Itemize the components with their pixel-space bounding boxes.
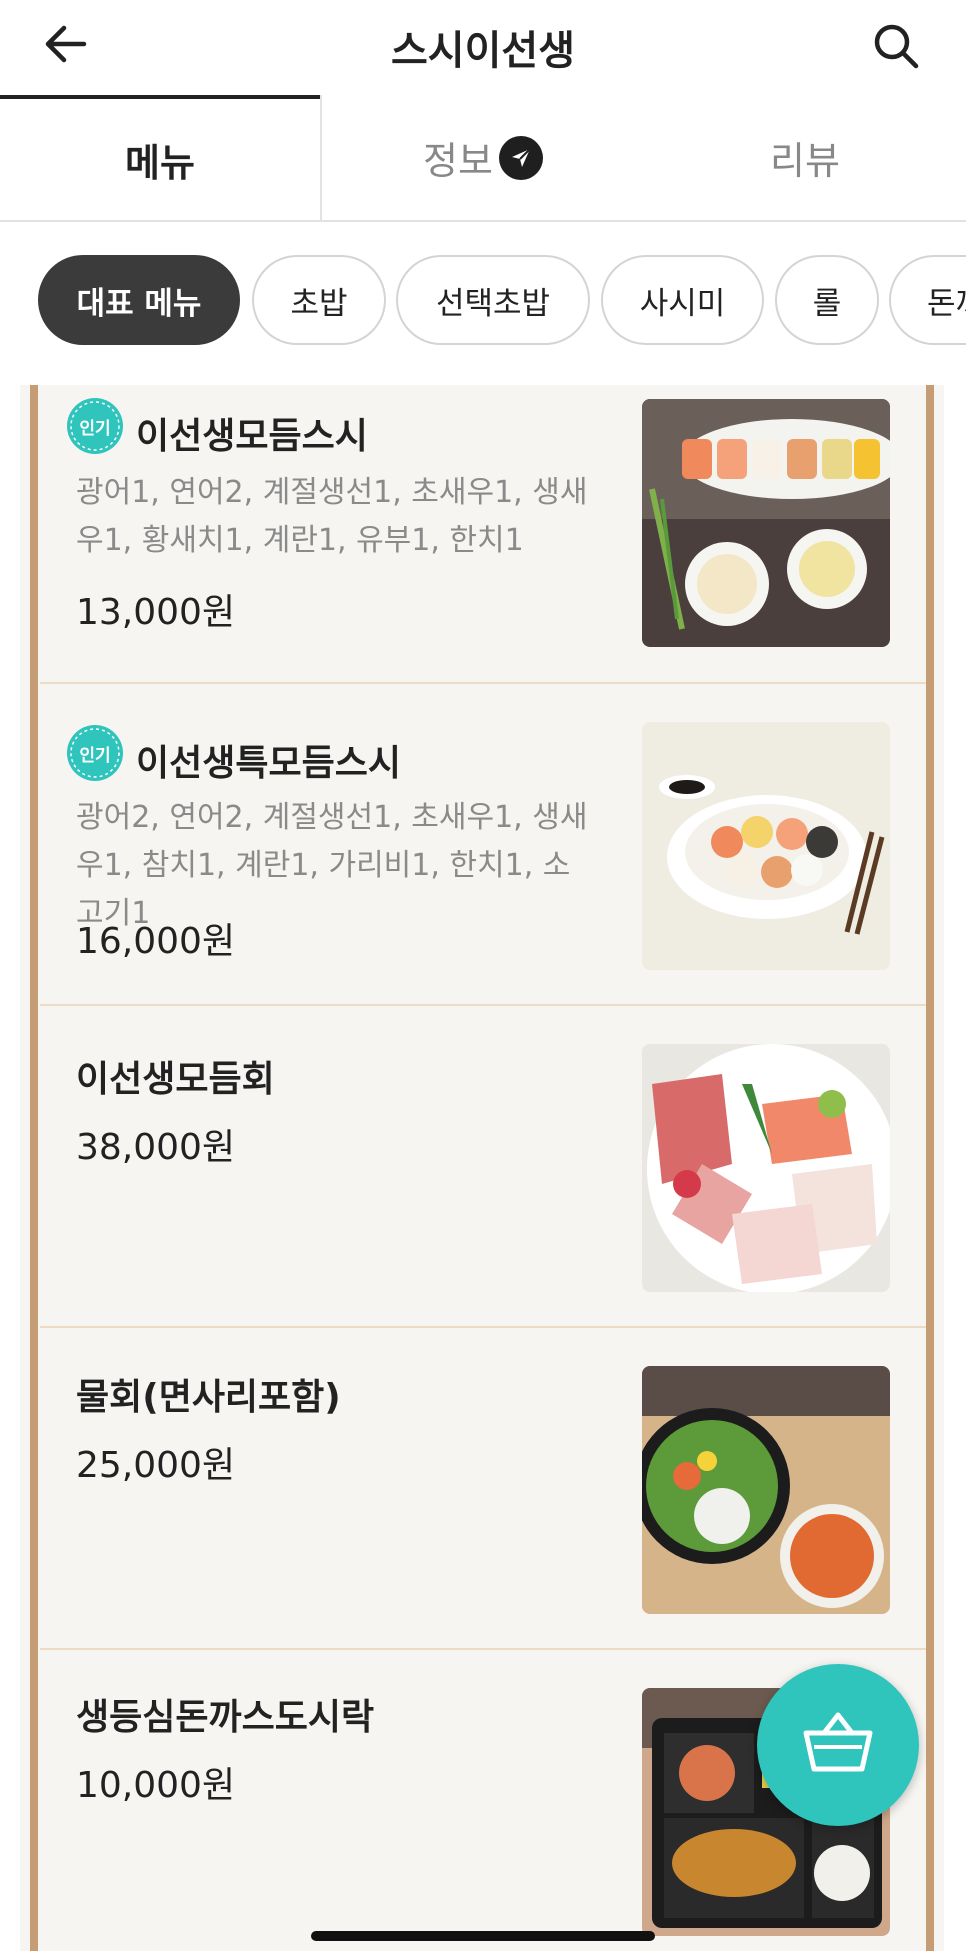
right-rail	[926, 385, 934, 1951]
chip-label: 롤	[812, 285, 842, 322]
home-indicator[interactable]	[311, 1931, 655, 1941]
food-photo	[642, 1366, 890, 1614]
item-name: 이선생모듬스시	[136, 416, 368, 457]
popular-badge: 인기	[66, 397, 124, 455]
chip-label: 초밥	[290, 285, 348, 322]
category-chips: 대표 메뉴 초밥 선택초밥 사시미 롤 돈까	[0, 255, 966, 349]
chip-roll[interactable]: 롤	[775, 255, 879, 345]
item-price: 16,000원	[76, 921, 236, 962]
chip-sashimi[interactable]: 사시미	[601, 255, 764, 345]
item-name: 생등심돈까스도시락	[76, 1697, 375, 1738]
item-price: 38,000원	[76, 1127, 236, 1168]
chip-label: 사시미	[639, 285, 726, 322]
basket-icon	[802, 1711, 874, 1779]
chip-label: 선택초밥	[435, 285, 551, 322]
tab-menu-label: 메뉴	[125, 141, 195, 185]
tab-review-label: 리뷰	[770, 139, 840, 183]
tab-bar: 메뉴 정보 리뷰	[0, 95, 966, 222]
menu-item[interactable]: 인기 이선생특모듬스시 광어2, 연어2, 계절생선1, 초새우1, 생새우1,…	[40, 682, 926, 1004]
menu-item[interactable]: 인기 이선생모듬스시 광어1, 연어2, 계절생선1, 초새우1, 생새우1, …	[40, 385, 926, 682]
badge-label: 인기	[79, 418, 111, 439]
tab-review[interactable]: 리뷰	[644, 95, 966, 220]
tab-menu[interactable]: 메뉴	[0, 95, 320, 220]
chip-label: 대표 메뉴	[76, 285, 202, 322]
item-name: 이선생모듬회	[76, 1059, 275, 1100]
cart-button[interactable]	[757, 1664, 919, 1826]
page-title: 스시이선생	[391, 28, 575, 74]
chip-label: 돈까	[927, 285, 966, 322]
search-icon[interactable]	[868, 18, 924, 74]
tab-info-label: 정보	[423, 139, 493, 183]
chip-sushi[interactable]: 초밥	[252, 255, 386, 345]
item-price: 25,000원	[76, 1445, 236, 1486]
send-icon	[498, 135, 543, 180]
chip-choice-sushi[interactable]: 선택초밥	[396, 255, 590, 345]
item-desc: 광어1, 연어2, 계절생선1, 초새우1, 생새우1, 황새치1, 계란1, …	[76, 475, 588, 558]
food-photo	[642, 399, 890, 647]
chip-tonkatsu[interactable]: 돈까	[889, 255, 966, 345]
item-name: 물회(면사리포함)	[76, 1377, 341, 1418]
item-price: 13,000원	[76, 592, 236, 633]
food-photo	[642, 1044, 890, 1292]
item-price: 10,000원	[76, 1765, 236, 1806]
chip-signature-menu[interactable]: 대표 메뉴	[38, 255, 240, 345]
badge-label: 인기	[79, 745, 111, 766]
food-photo	[642, 722, 890, 970]
menu-item[interactable]: 이선생모듬회 38,000원	[40, 1004, 926, 1326]
tab-info[interactable]: 정보	[322, 95, 644, 220]
left-rail	[30, 385, 38, 1951]
app-header: 스시이선생	[0, 0, 966, 90]
popular-badge: 인기	[66, 724, 124, 782]
menu-item[interactable]: 물회(면사리포함) 25,000원	[40, 1326, 926, 1648]
item-name: 이선생특모듬스시	[136, 743, 401, 784]
